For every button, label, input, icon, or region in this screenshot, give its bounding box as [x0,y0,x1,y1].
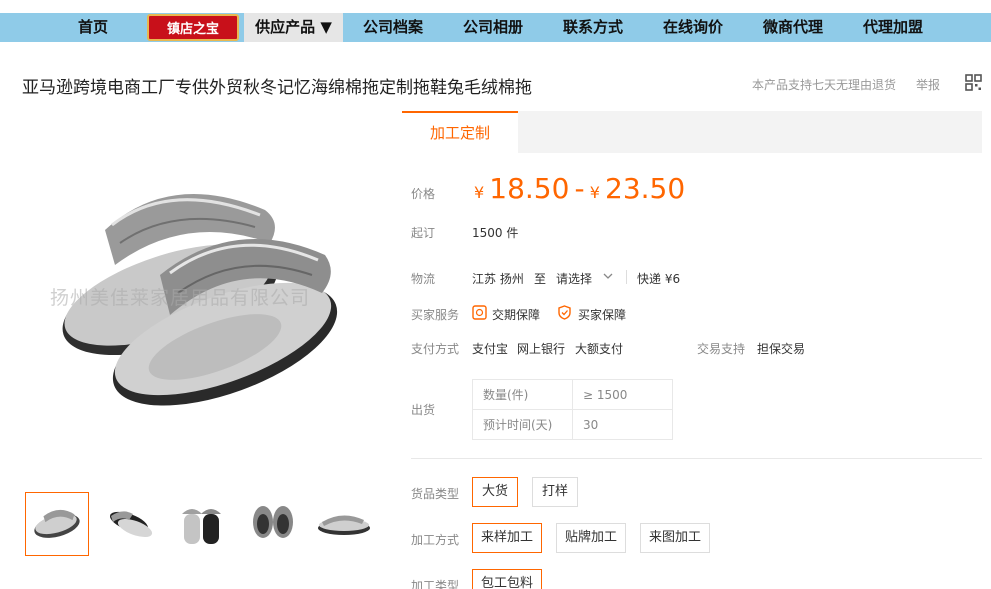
option-sample[interactable]: 打样 [532,477,578,507]
image-watermark: 扬州美佳莱家居用品有限公司 [50,287,311,309]
payment-alipay: 支付宝 [472,342,509,356]
option-drawing-processing[interactable]: 来图加工 [640,523,710,553]
destination-select[interactable]: 请选择 [556,270,592,287]
table-cell: 预计时间(天) [472,409,573,440]
trade-support-value: 担保交易 [757,342,806,356]
express-fee: 快递 ¥6 [637,272,681,286]
thumbnail-4[interactable] [241,492,305,556]
shield-icon [558,305,571,320]
price-low: 18.50 [489,172,570,205]
price-label: 价格 [411,187,436,201]
nav-inquiry[interactable]: 在线询价 [655,13,731,42]
services-label: 买家服务 [411,308,460,322]
product-title: 亚马逊跨境电商工厂专供外贸秋冬记忆海绵棉拖定制拖鞋兔毛绒棉拖 [22,78,532,98]
service-delivery[interactable]: 交期保障 [492,306,540,323]
thumbnail-2[interactable] [99,492,163,556]
shipment-label: 出货 [411,403,436,417]
price-high: 23.50 [605,172,686,205]
shipment-table: 数量(件) ≥ 1500 预计时间(天) 30 [472,379,673,440]
trade-support-label: 交易支持 [697,342,746,356]
goods-type-label: 货品类型 [411,487,460,501]
chevron-down-icon[interactable] [603,272,613,280]
price-currency-low: ¥ [474,183,485,202]
payment-bank: 网上银行 [517,342,566,356]
thumbnail-1[interactable] [25,492,89,556]
table-row: 数量(件) ≥ 1500 [472,379,673,410]
moq-value: 1500 件 [472,226,519,240]
qr-code-icon[interactable] [965,74,982,91]
tab-custom-processing[interactable]: 加工定制 [402,111,518,153]
price-separator: - [574,172,585,205]
payment-label: 支付方式 [411,342,460,356]
nav-album[interactable]: 公司相册 [455,13,531,42]
logistics-to: 至 [534,272,547,286]
table-cell: 数量(件) [472,379,573,410]
table-cell: 30 [572,409,673,440]
option-full-package[interactable]: 包工包料 [472,569,542,589]
thumbnail-5[interactable] [312,492,376,556]
report-link[interactable]: 举报 [916,76,940,93]
table-cell: ≥ 1500 [572,379,673,410]
service-buyer[interactable]: 买家保障 [578,306,626,323]
section-divider [411,458,982,459]
price-range: ¥ 18.50 - ¥ 23.50 [474,172,685,205]
option-sample-processing[interactable]: 来样加工 [472,523,542,553]
price-currency-high: ¥ [589,183,600,202]
nav-products[interactable]: 供应产品 ▼ [244,13,343,42]
logistics-origin: 江苏 扬州 [472,272,524,286]
nav-badge-featured[interactable]: 镇店之宝 [147,14,239,41]
nav-agent[interactable]: 微商代理 [755,13,831,42]
top-nav: 首页 镇店之宝 供应产品 ▼ 公司档案 公司相册 联系方式 在线询价 微商代理 … [0,13,991,42]
payment-large: 大额支付 [575,342,624,356]
nav-contact[interactable]: 联系方式 [555,13,631,42]
tab-bar: 加工定制 [402,111,982,153]
process-type-label: 加工类型 [411,579,460,589]
logistics-label: 物流 [411,272,436,286]
nav-profile[interactable]: 公司档案 [355,13,431,42]
logistics-divider [626,270,627,284]
process-label: 加工方式 [411,533,460,547]
thumbnail-3[interactable] [170,492,234,556]
table-row: 预计时间(天) 30 [472,409,673,440]
moq-label: 起订 [411,226,436,240]
option-bulk[interactable]: 大货 [472,477,518,507]
option-oem-processing[interactable]: 贴牌加工 [556,523,626,553]
return-policy[interactable]: 本产品支持七天无理由退货 [752,76,896,93]
nav-home[interactable]: 首页 [60,13,126,42]
nav-join[interactable]: 代理加盟 [855,13,931,42]
delivery-guarantee-icon [472,305,487,320]
